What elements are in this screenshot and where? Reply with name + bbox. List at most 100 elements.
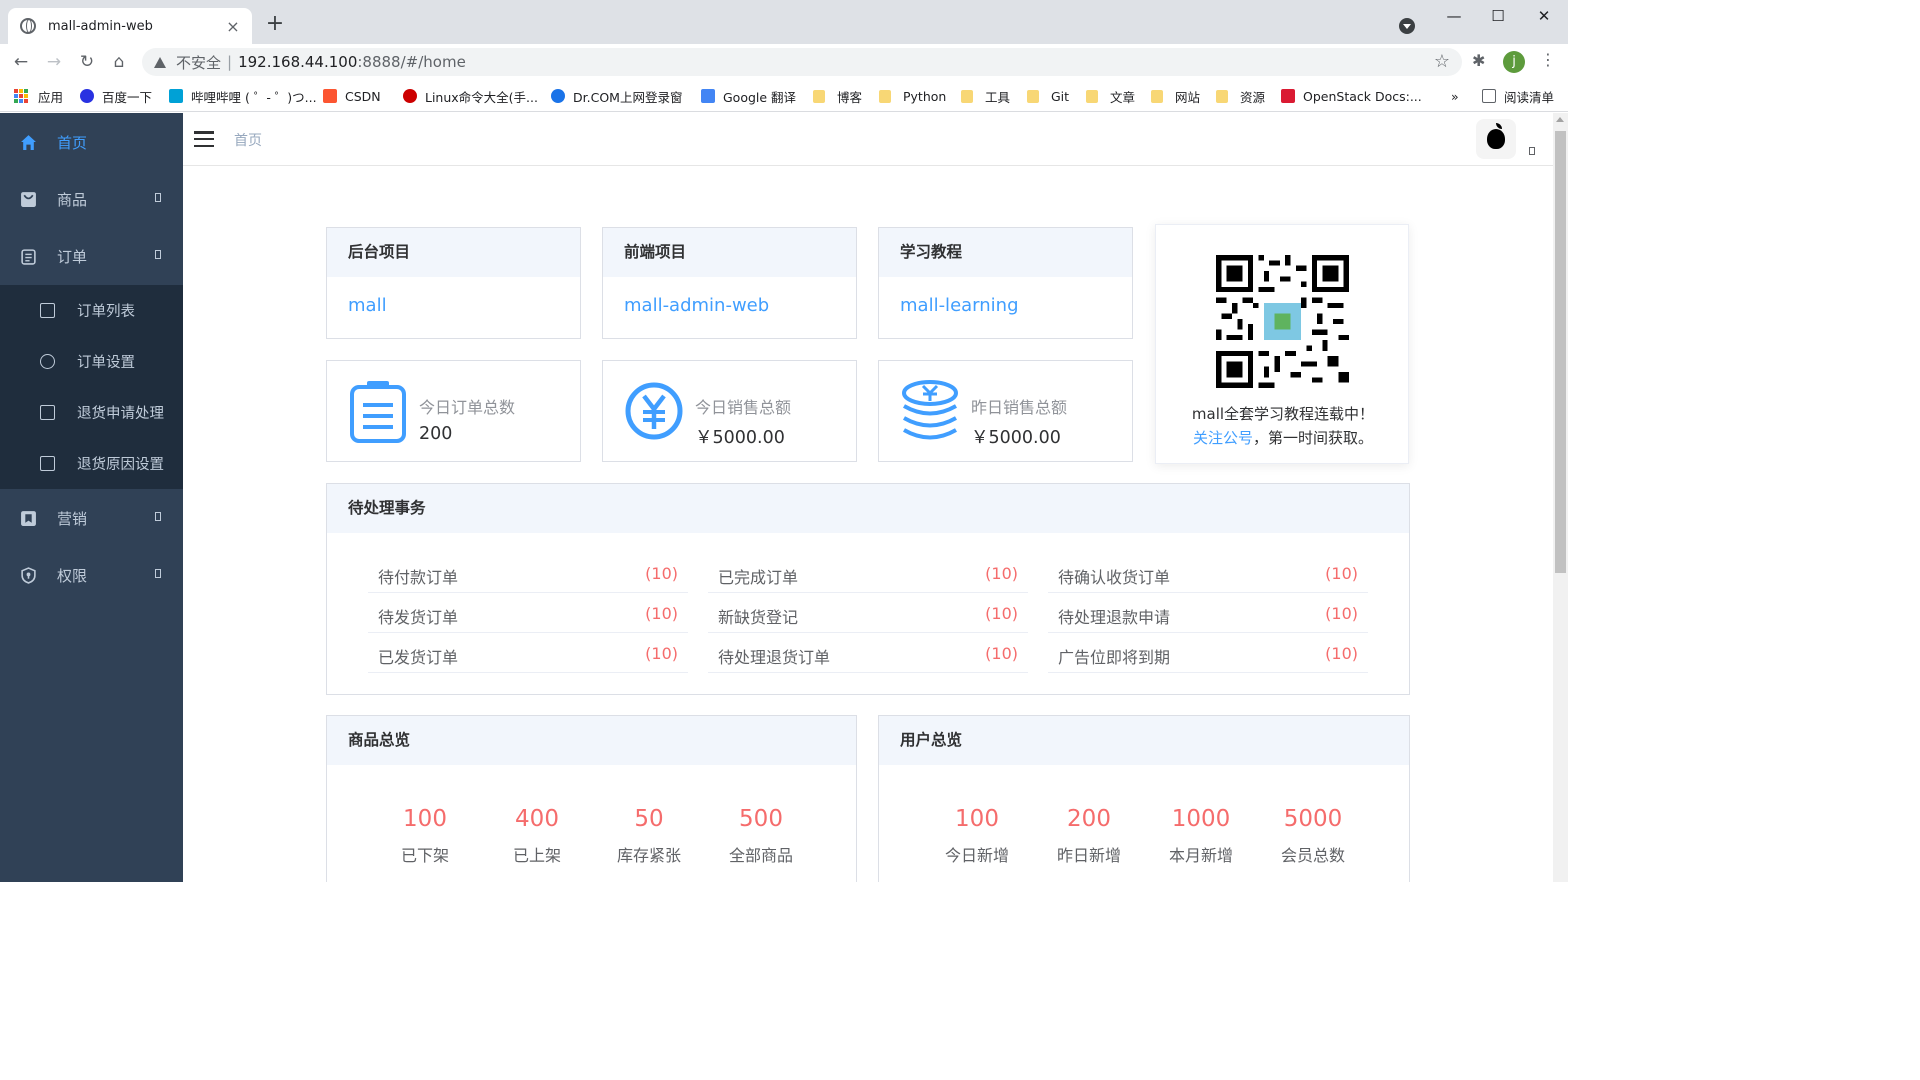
sidebar-item-label: 商品 [57, 191, 88, 209]
breadcrumb[interactable]: 首页 [234, 130, 262, 150]
bookmark-folder-git[interactable]: Git [1027, 88, 1069, 104]
tab-close-icon[interactable]: × [224, 17, 242, 36]
drcom-icon [551, 89, 565, 103]
home-page-icon[interactable]: ⌂ [108, 51, 130, 73]
todo-item[interactable]: 待处理退款申请 (10) [1048, 593, 1368, 633]
browser-tab[interactable]: mall-admin-web × [8, 8, 252, 44]
browser-toolbar: ← → ↻ ⌂ 不安全 | 192.168.44.100 :8888/#/hom… [0, 44, 1568, 80]
order-submenu: 订单列表 订单设置 退货申请处理 退货原因设置 [0, 285, 183, 489]
project-link-mall-admin-web[interactable]: mall-admin-web [603, 277, 856, 316]
bookmark-folder-articles[interactable]: 文章 [1086, 88, 1135, 105]
overview-stat: 50 库存紧张 [616, 806, 681, 865]
overview-stat: 5000 会员总数 [1280, 806, 1345, 865]
project-box-tutorial: 学习教程 mall-learning [878, 227, 1133, 339]
reload-icon[interactable]: ↻ [76, 51, 98, 73]
baidu-icon [80, 89, 94, 103]
stat-today-orders: 今日订单总数 200 [326, 360, 581, 462]
bilibili-icon [169, 89, 183, 103]
project-link-mall[interactable]: mall [327, 277, 580, 316]
overview-stat: 200 昨日新增 [1056, 806, 1121, 865]
forward-icon[interactable]: → [43, 51, 65, 73]
translate-icon [701, 89, 715, 103]
stat-value: ￥5000.00 [695, 428, 785, 448]
todo-item[interactable]: 广告位即将到期 (10) [1048, 633, 1368, 673]
bookmark-folder-blog[interactable]: 博客 [813, 88, 862, 105]
follow-account-link[interactable]: 关注公号 [1193, 429, 1253, 447]
tab-search-icon[interactable] [1399, 18, 1415, 34]
sidebar-item-marketing[interactable]: 营销 [0, 490, 183, 547]
bookmark-folder-python[interactable]: Python [879, 88, 946, 104]
hamburger-icon[interactable] [194, 131, 214, 148]
overview-stat: 500 全部商品 [728, 806, 793, 865]
bookmark-folder-tools[interactable]: 工具 [961, 88, 1010, 105]
box-title: 前端项目 [603, 228, 856, 277]
product-overview-panel: 商品总览 100 已下架 400 已上架 50 库存紧张 500 全部商品 [326, 715, 857, 882]
browser-menu-icon[interactable]: ⋮ [1540, 50, 1556, 69]
bookmarks-overflow-button[interactable]: » [1451, 88, 1459, 104]
back-icon[interactable]: ← [10, 51, 32, 73]
bookmark-linux[interactable]: Linux命令大全(手... [403, 88, 538, 105]
sidebar-item-permission[interactable]: 权限 [0, 547, 183, 604]
todo-item[interactable]: 待发货订单 (10) [368, 593, 688, 633]
sidebar-item-goods[interactable]: 商品 [0, 171, 183, 228]
scroll-up-arrow-icon[interactable] [1556, 117, 1564, 122]
todo-item[interactable]: 已发货订单 (10) [368, 633, 688, 673]
caret-down-icon[interactable] [1529, 147, 1535, 155]
todo-item[interactable]: 待付款订单 (10) [368, 553, 688, 593]
box-title: 学习教程 [879, 228, 1132, 277]
browser-tabstrip: mall-admin-web × + — ☐ ✕ [0, 0, 1568, 44]
folder-icon [879, 89, 891, 103]
folder-icon [813, 89, 825, 103]
openstack-icon [1281, 89, 1295, 103]
sidebar-item-home[interactable]: 首页 [0, 114, 183, 171]
apps-grid-icon [14, 89, 28, 103]
user-overview-panel: 用户总览 100 今日新增 200 昨日新增 1000 本月新增 5000 会员总数 [878, 715, 1410, 882]
bookmark-bilibili[interactable]: 哔哩哔哩 ( ゜- ゜)つ... [169, 88, 317, 105]
sidebar-item-order[interactable]: 订单 [0, 228, 183, 285]
bookmark-star-icon[interactable]: ☆ [1434, 51, 1450, 72]
stat-label: 今日销售总额 [695, 398, 792, 417]
todo-item[interactable]: 待处理退货订单 (10) [708, 633, 1028, 673]
reading-list-button[interactable]: 阅读清单 [1482, 88, 1554, 105]
overview-stat: 1000 本月新增 [1168, 806, 1233, 865]
sidebar-item-return-apply[interactable]: 退货申请处理 [0, 387, 183, 438]
stat-label: 今日订单总数 [419, 398, 516, 417]
user-avatar[interactable] [1476, 119, 1516, 159]
bookmark-baidu[interactable]: 百度一下 [80, 88, 152, 105]
scrollbar-thumb[interactable] [1555, 131, 1566, 573]
sidebar-item-return-reason[interactable]: 退货原因设置 [0, 438, 183, 489]
goods-icon [21, 192, 36, 207]
bookmark-openstack[interactable]: OpenStack Docs:... [1281, 88, 1422, 104]
profile-avatar[interactable]: j [1503, 51, 1525, 73]
bookmark-apps[interactable]: 应用 [14, 88, 63, 105]
bookmark-drcom[interactable]: Dr.COM上网登录窗 [551, 88, 682, 105]
bookmark-folder-sites[interactable]: 网站 [1151, 88, 1200, 105]
bookmark-google-translate[interactable]: Google 翻译 [701, 88, 796, 105]
todo-item[interactable]: 新缺货登记 (10) [708, 593, 1028, 633]
page-scrollbar[interactable] [1553, 113, 1568, 882]
todo-item[interactable]: 已完成订单 (10) [708, 553, 1028, 593]
window-close-button[interactable]: ✕ [1534, 6, 1554, 26]
bookmark-folder-resources[interactable]: 资源 [1216, 88, 1265, 105]
window-minimize-button[interactable]: — [1444, 6, 1464, 26]
extensions-icon[interactable]: ✱ [1472, 51, 1485, 70]
window-maximize-button[interactable]: ☐ [1488, 6, 1508, 26]
bookmark-csdn[interactable]: CSDN [323, 88, 381, 104]
sidebar-item-order-settings[interactable]: 订单设置 [0, 336, 183, 387]
project-link-mall-learning[interactable]: mall-learning [879, 277, 1132, 316]
list-icon [40, 303, 55, 318]
panel-title: 用户总览 [879, 716, 1409, 765]
main-content: 后台项目 mall 前端项目 mall-admin-web 学习教程 mall-… [183, 166, 1553, 882]
project-box-backend: 后台项目 mall [326, 227, 581, 339]
address-path: :8888/#/home [357, 53, 466, 71]
sidebar-item-order-list[interactable]: 订单列表 [0, 285, 183, 336]
reason-icon [40, 456, 55, 471]
return-icon [40, 405, 55, 420]
overview-stat: 100 已下架 [400, 806, 449, 865]
todo-item[interactable]: 待确认收货订单 (10) [1048, 553, 1368, 593]
address-bar[interactable]: 不安全 | 192.168.44.100 :8888/#/home ☆ [142, 48, 1462, 76]
order-icon [21, 249, 36, 265]
chevron-down-icon [155, 569, 161, 578]
sidebar-item-label: 营销 [57, 510, 88, 528]
new-tab-button[interactable]: + [264, 12, 286, 36]
